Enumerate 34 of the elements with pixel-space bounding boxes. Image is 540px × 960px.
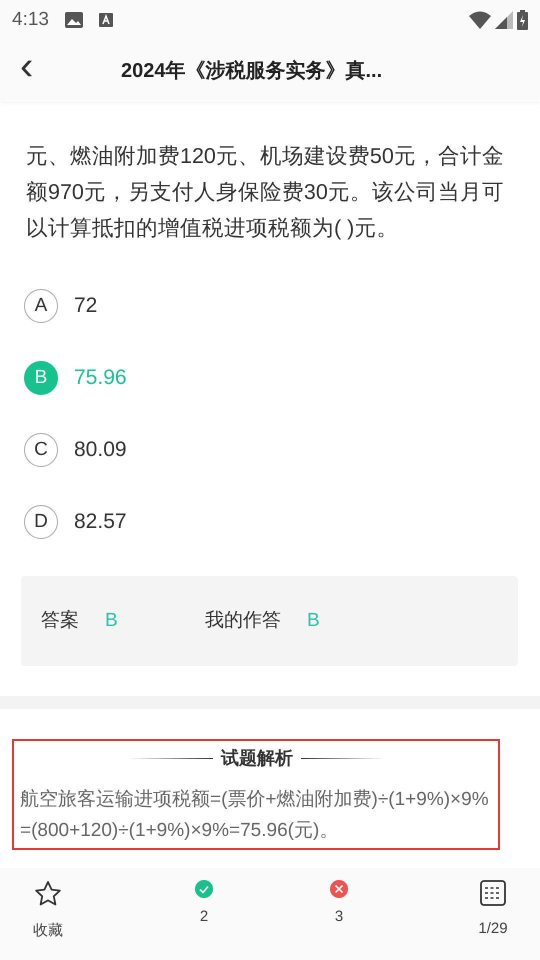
text-icon [98, 13, 113, 27]
wifi-icon [469, 11, 491, 29]
option-text: 75.96 [74, 365, 127, 392]
status-time: 4:13 [12, 8, 49, 32]
nav-label: 1/29 [478, 919, 508, 939]
grid-icon [480, 880, 506, 906]
option-text: 72 [74, 293, 98, 320]
explanation-text: 航空旅客运输进项税额=(票价+燃油附加费)÷(1+9%)×9%=(800+120)÷(1+9%)×9%=75.96(元)。 [20, 788, 490, 843]
answer-label: 答案 [41, 608, 79, 633]
nav-label: 2 [200, 907, 208, 927]
answer-option[interactable]: D 82.57 [0, 486, 540, 558]
check-circle-icon [195, 880, 213, 898]
nav-label: 3 [334, 907, 344, 927]
battery-icon [517, 10, 528, 30]
image-icon [64, 12, 83, 28]
option-letter: B [24, 361, 58, 395]
cross-circle-icon [330, 880, 348, 898]
nav-label: 收藏 [33, 921, 63, 941]
option-letter: D [24, 505, 58, 539]
option-letter: C [24, 433, 58, 467]
star-icon [34, 880, 62, 908]
back-button[interactable]: ‹ [16, 46, 38, 86]
option-text: 82.57 [74, 509, 127, 536]
explanation-title: 试题解析 [221, 747, 293, 770]
question-text: 元、燃油附加费120元、机场建设费50元，合计金额970元，另支付人身保险费30元。该公司当月可以计算抵扣的增值税进项税额为( )元。 [25, 143, 505, 242]
answer-option[interactable]: A 72 [0, 270, 540, 342]
answer-value: B [105, 608, 118, 633]
page-title: 2024年《涉税服务实务》真... [121, 58, 384, 84]
option-text: 80.09 [74, 437, 127, 464]
answer-option[interactable]: C 80.09 [0, 414, 540, 486]
answer-value: B [307, 608, 320, 633]
signal-icon [495, 11, 513, 29]
answer-label: 我的作答 [205, 608, 281, 633]
option-letter: A [24, 289, 58, 323]
